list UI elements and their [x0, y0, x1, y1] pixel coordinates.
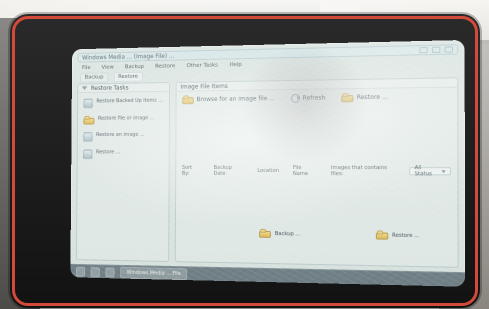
sort-backup-date[interactable]: Backup Date	[212, 164, 246, 178]
menu-other-tasks[interactable]: Other Tasks	[185, 62, 220, 71]
taskbar-window-button[interactable]: Windows Media ... File	[120, 266, 188, 280]
left-panel-header[interactable]: Restore Tasks	[78, 83, 170, 94]
right-panel-header: Image File Items	[176, 78, 458, 92]
refresh-label: Refresh	[302, 94, 326, 102]
laptop-screen: Windows Media ... (Image File) ... File …	[70, 39, 466, 287]
list-item-label: Backup ...	[274, 230, 301, 237]
filter-dropdown[interactable]: All Status	[409, 165, 452, 178]
restore-icon	[83, 132, 93, 142]
left-panel-list: Restore Backed Up Items ... Restore file…	[78, 92, 169, 161]
taskbar-icon[interactable]	[75, 266, 86, 277]
left-panel-item-4[interactable]: Restore ...	[81, 147, 165, 161]
sort-by-label: Sort By:	[181, 164, 193, 177]
left-panel-item-text: Restore file or image ...	[98, 115, 155, 122]
screen-ui: Windows Media ... (Image File) ... File …	[70, 40, 466, 287]
folder-icon	[83, 116, 94, 125]
restore-icon	[83, 149, 93, 160]
chevron-down-icon	[441, 169, 446, 173]
folder-icon	[259, 229, 271, 238]
items-area: Backup ... Restore ...	[180, 179, 452, 259]
menu-backup[interactable]: Backup	[123, 63, 146, 71]
filter-label: Images that contains files:	[330, 165, 387, 178]
right-panel-actions: Browse for an image file ... Refresh Res…	[180, 92, 390, 106]
list-item[interactable]: Restore ...	[373, 229, 421, 241]
browse-image-file-button[interactable]: Browse for an image file ...	[180, 93, 277, 105]
left-panel-item-1[interactable]: Restore Backed Up Items ...	[82, 96, 166, 111]
refresh-icon	[290, 93, 300, 103]
maximize-button[interactable]	[431, 46, 441, 54]
left-panel: Restore Tasks Restore Backed Up Items ..…	[76, 82, 171, 262]
backup-icon	[83, 98, 93, 109]
menu-help[interactable]: Help	[228, 61, 244, 69]
right-panel: Image File Items Browse for an image fil…	[174, 77, 459, 268]
browse-image-file-label: Browse for an image file ...	[196, 95, 275, 104]
window-controls	[419, 46, 453, 54]
main-content: Restore Tasks Restore Backed Up Items ..…	[76, 77, 459, 268]
menu-restore[interactable]: Restore	[153, 62, 177, 70]
folder-icon	[375, 230, 387, 239]
folder-icon	[342, 93, 354, 102]
left-panel-item-2[interactable]: Restore file or image ...	[82, 113, 166, 126]
left-panel-item-text: Restore an image ...	[96, 131, 145, 138]
taskbar-icon[interactable]	[90, 266, 100, 277]
list-item[interactable]: Backup ...	[257, 228, 302, 240]
right-panel-title: Image File Items	[180, 82, 228, 91]
left-panel-item-text: Restore Backed Up Items ...	[96, 97, 164, 105]
tab-backup[interactable]: Backup	[80, 72, 109, 83]
left-panel-title: Restore Tasks	[90, 84, 129, 92]
menu-file[interactable]: File	[80, 64, 92, 72]
list-item-label: Restore ...	[392, 232, 420, 239]
folder-icon	[182, 95, 193, 104]
refresh-button[interactable]: Refresh	[289, 92, 328, 104]
left-panel-item-text: Restore ...	[95, 149, 121, 156]
minimize-button[interactable]	[419, 46, 428, 54]
menu-view[interactable]: View	[100, 64, 116, 72]
taskbar-icon[interactable]	[105, 266, 115, 277]
sort-file-name[interactable]: File Name	[291, 164, 319, 178]
tab-restore[interactable]: Restore	[113, 71, 143, 82]
close-button[interactable]	[444, 46, 453, 53]
restore-label: Restore ...	[356, 93, 388, 102]
sortbar: Sort By: Backup Date Location File Name …	[180, 164, 452, 178]
items-row: Backup ... Restore ...	[257, 228, 421, 241]
sort-location[interactable]: Location	[255, 167, 281, 175]
left-panel-item-3[interactable]: Restore an image ...	[81, 130, 165, 144]
chevron-down-icon	[81, 86, 88, 91]
restore-button[interactable]: Restore ...	[340, 92, 391, 104]
filter-dropdown-value: All Status	[414, 165, 432, 178]
